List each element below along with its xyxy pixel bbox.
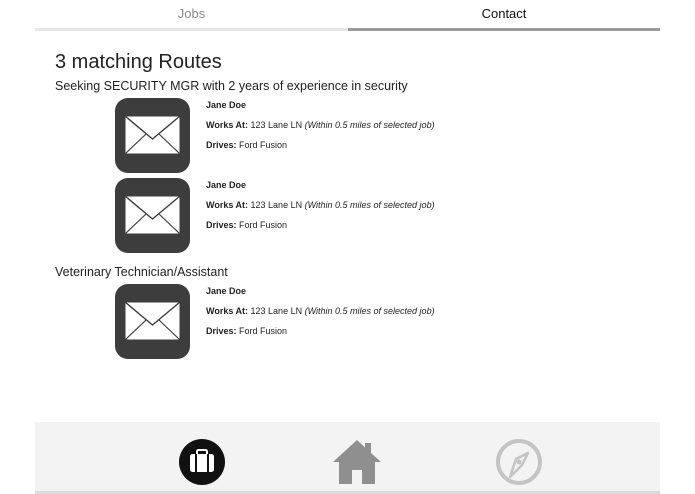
route-driver-name: Jane Doe [206,286,247,296]
nav-home-button[interactable] [333,438,381,486]
section-title-security-mgr: Seeking SECURITY MGR with 2 years of exp… [55,79,408,93]
route-driver-name: Jane Doe [206,180,247,190]
section-title-veterinary: Veterinary Technician/Assistant [55,265,228,279]
nav-jobs-button[interactable] [178,438,226,486]
drives-label: Drives: [206,326,237,336]
drives-value: Ford Fusion [239,140,288,150]
works-at-label: Works At: [206,306,249,316]
distance-note: (Within 0.5 miles of selected job) [304,306,435,316]
route-item[interactable]: Jane Doe Works At: 123 Lane LN (Within 0… [115,98,575,174]
home-icon [333,440,381,484]
route-drives: Drives: Ford Fusion [206,326,287,336]
distance-note: (Within 0.5 miles of selected job) [304,200,435,210]
route-works-at: Works At: 123 Lane LN (Within 0.5 miles … [206,120,435,130]
works-at-label: Works At: [206,120,249,130]
route-works-at: Works At: 123 Lane LN (Within 0.5 miles … [206,306,435,316]
briefcase-icon [179,439,225,485]
route-works-at: Works At: 123 Lane LN (Within 0.5 miles … [206,200,435,210]
tab-jobs[interactable]: Jobs [35,0,348,31]
mail-icon[interactable] [115,98,190,173]
page-title: 3 matching Routes [55,51,222,73]
route-item[interactable]: Jane Doe Works At: 123 Lane LN (Within 0… [115,178,575,254]
works-at-value: 123 Lane LN [250,306,303,316]
route-drives: Drives: Ford Fusion [206,220,287,230]
nav-explore-button[interactable] [495,438,543,486]
works-at-label: Works At: [206,200,249,210]
drives-value: Ford Fusion [239,326,288,336]
works-at-value: 123 Lane LN [250,200,303,210]
route-item[interactable]: Jane Doe Works At: 123 Lane LN (Within 0… [115,284,575,360]
works-at-value: 123 Lane LN [250,120,303,130]
route-drives: Drives: Ford Fusion [206,140,287,150]
drives-value: Ford Fusion [239,220,288,230]
mail-icon[interactable] [115,284,190,359]
compass-icon [496,439,542,485]
bottom-nav-bar [35,422,660,494]
route-driver-name: Jane Doe [206,100,247,110]
app-frame: Jobs Contact 3 matching Routes Seeking S… [35,0,660,494]
drives-label: Drives: [206,220,237,230]
distance-note: (Within 0.5 miles of selected job) [304,120,435,130]
top-tab-bar: Jobs Contact [35,0,660,31]
tab-contact[interactable]: Contact [348,0,660,31]
mail-icon[interactable] [115,178,190,253]
drives-label: Drives: [206,140,237,150]
